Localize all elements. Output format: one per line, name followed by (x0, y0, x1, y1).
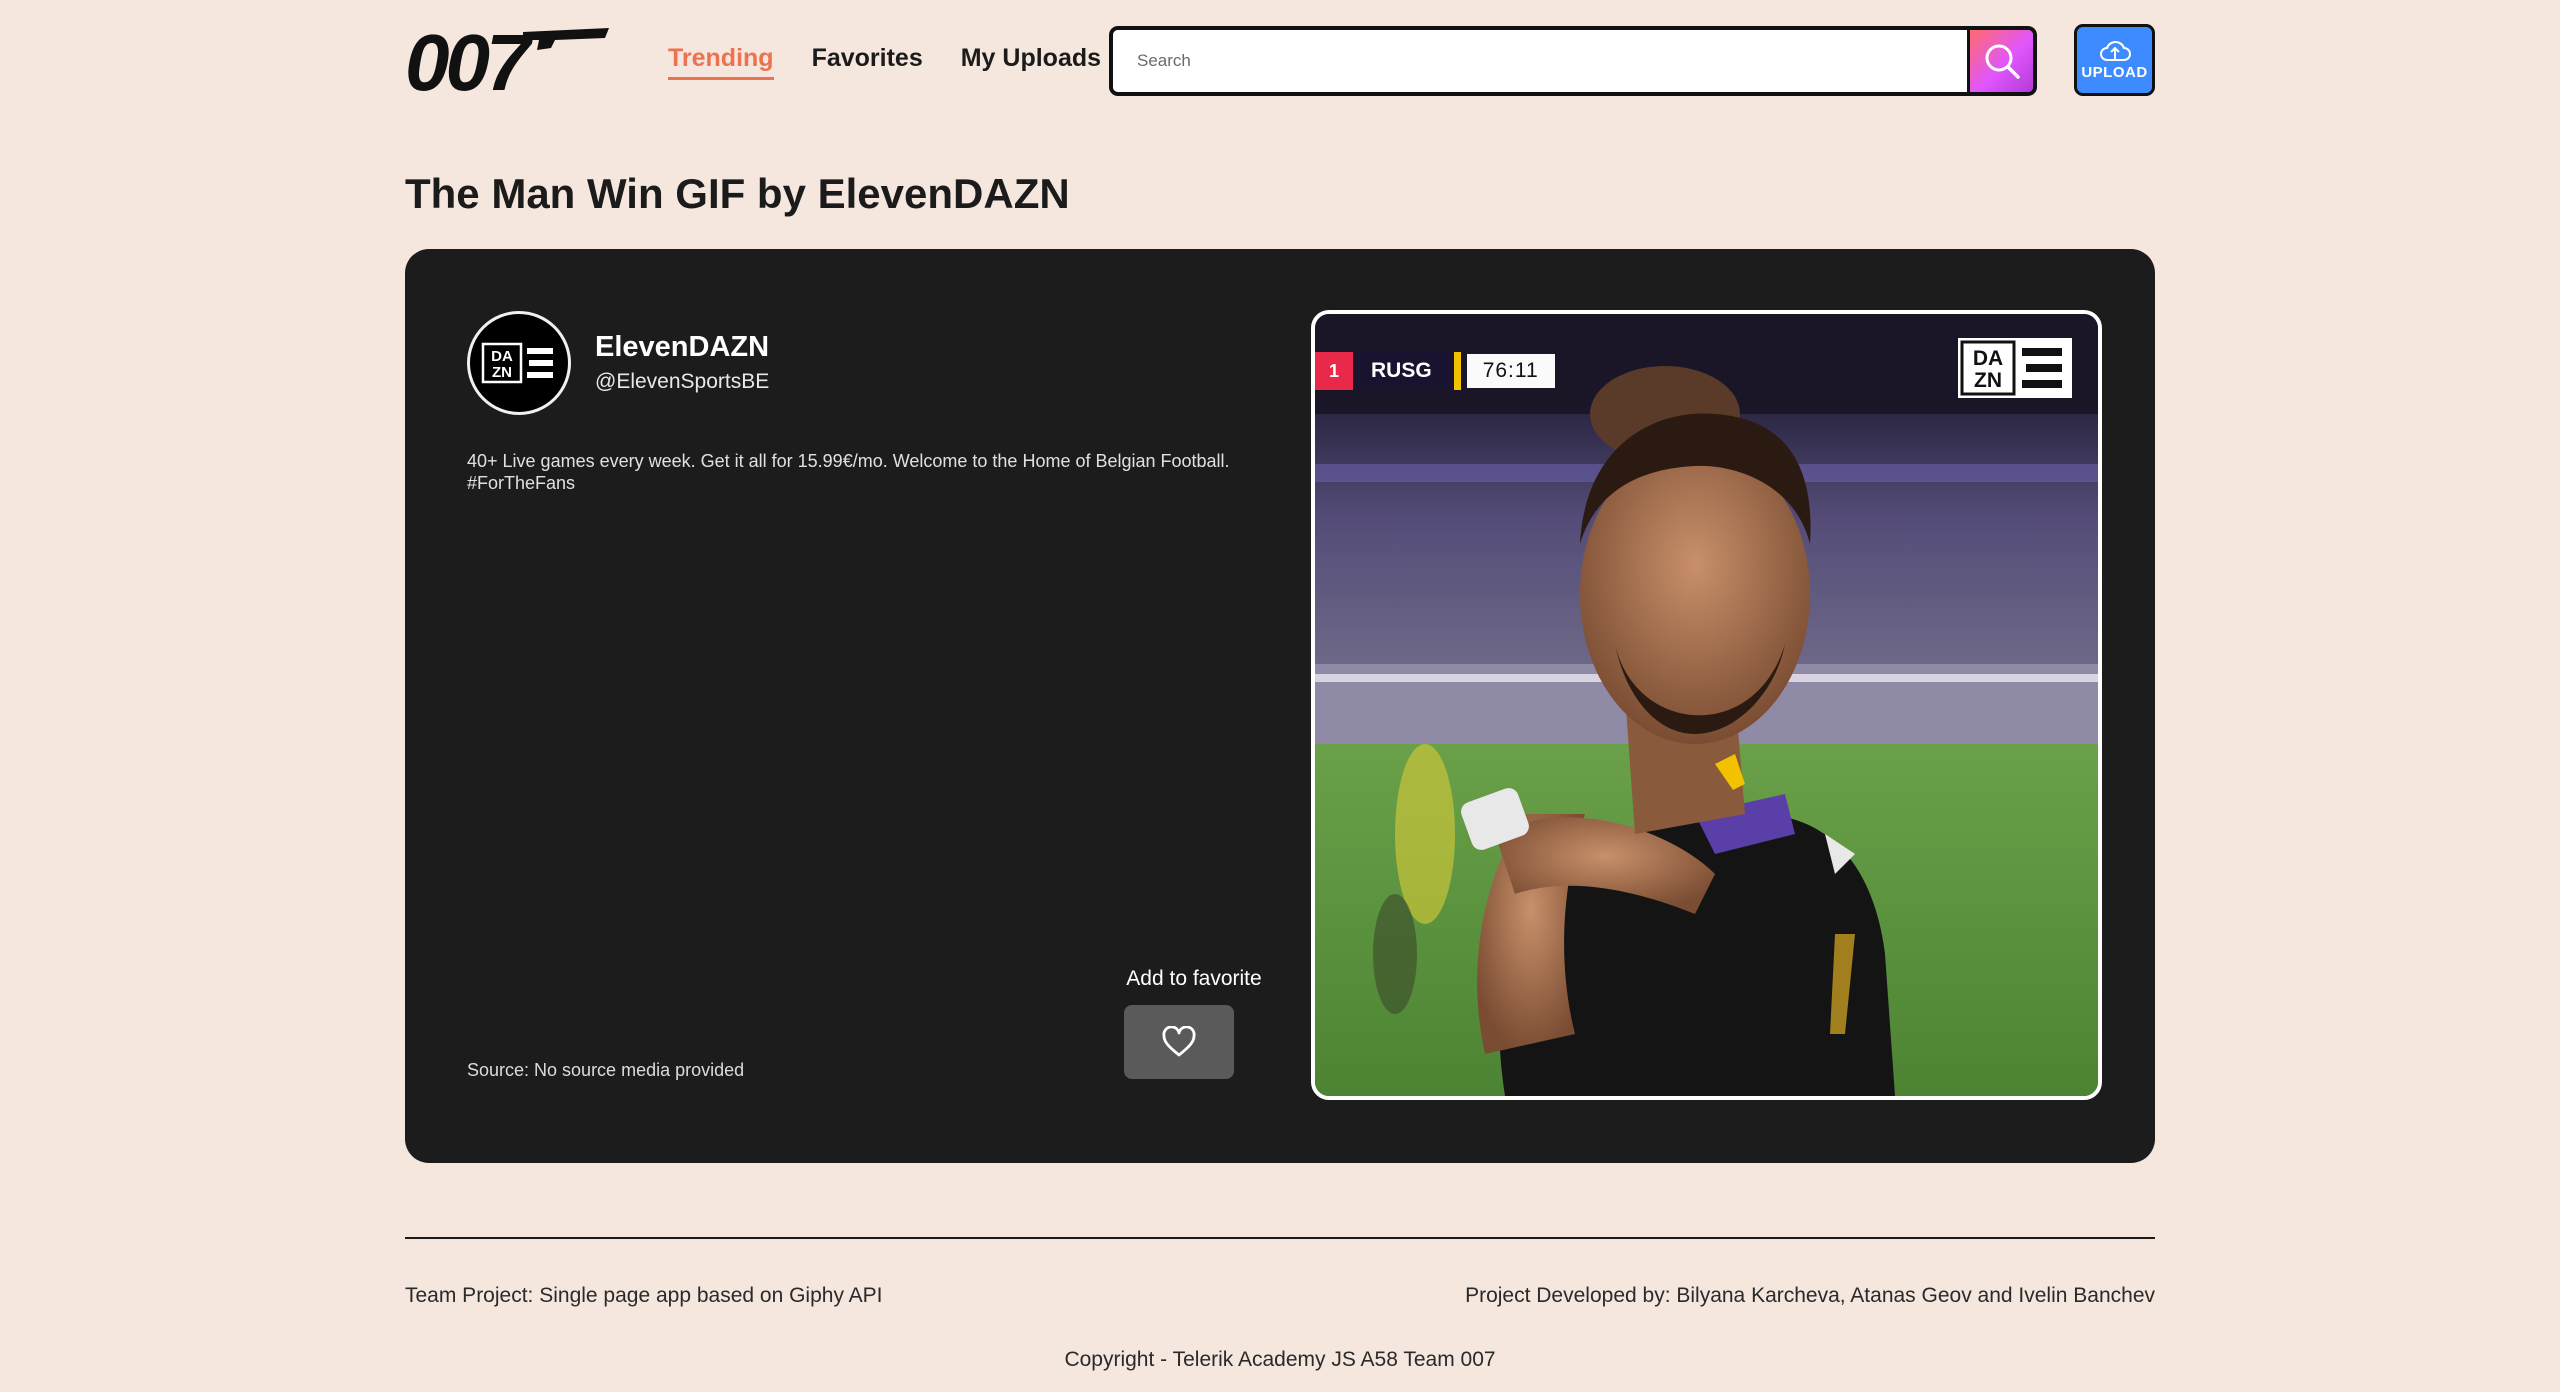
gif-detail-card: DA ZN ElevenDAZN @ElevenSportsBE 40+ Liv… (405, 249, 2155, 1163)
nav-trending[interactable]: Trending (668, 44, 774, 80)
scorebug-time: 76:11 (1466, 354, 1555, 388)
page-title: The Man Win GIF by ElevenDAZN (405, 170, 1070, 217)
dazn-broadcast-logo: DA ZN (1958, 338, 2072, 398)
nav-my-uploads[interactable]: My Uploads (961, 44, 1101, 80)
scorebug-number: 1 (1315, 352, 1353, 390)
search-icon (1985, 44, 2020, 79)
add-favorite-button[interactable] (1124, 1005, 1234, 1079)
gif-scene (1315, 314, 2098, 1096)
scorebug: 1 RUSG 76:11 (1315, 352, 1555, 390)
footer-divider (405, 1237, 2155, 1239)
svg-text:DA: DA (491, 348, 513, 365)
cloud-upload-icon (2099, 41, 2131, 61)
logo-007[interactable]: 007 (405, 24, 610, 96)
main-nav: Trending Favorites My Uploads (668, 44, 1101, 80)
logo-gun-shape (523, 28, 609, 50)
user-handle: @ElevenSportsBE (595, 370, 770, 393)
user-description: 40+ Live games every week. Get it all fo… (467, 451, 1230, 493)
svg-text:DA: DA (1973, 347, 2003, 370)
gif-image[interactable]: 1 RUSG 76:11 DA ZN (1311, 310, 2102, 1100)
user-display-name[interactable]: ElevenDAZN (595, 331, 769, 364)
upload-label: UPLOAD (2081, 64, 2148, 81)
footer-developers: Project Developed by: Bilyana Karcheva, … (1465, 1284, 2155, 1307)
search-bar (1109, 26, 2037, 96)
header: 007 Trending Favorites My Uploads Search… (405, 24, 2155, 96)
scorebug-team: RUSG (1353, 352, 1461, 390)
footer-copyright: Copyright - Telerik Academy JS A58 Team … (1064, 1348, 1496, 1371)
svg-text:ZN: ZN (1974, 369, 2002, 392)
search-input[interactable] (1113, 30, 1967, 92)
footer-project-info: Team Project: Single page app based on G… (405, 1284, 883, 1307)
dazn-avatar-logo: DA ZN (481, 342, 553, 384)
nav-favorites[interactable]: Favorites (812, 44, 923, 80)
avatar[interactable]: DA ZN (467, 311, 571, 415)
heart-icon (1162, 1026, 1196, 1057)
upload-button[interactable]: UPLOAD (2074, 24, 2155, 96)
logo-text: 007 (405, 24, 534, 96)
favorite-label: Add to favorite (1126, 967, 1262, 990)
source-text: Source: No source media provided (467, 1060, 745, 1080)
page: 007 Trending Favorites My Uploads Search… (0, 0, 2560, 1392)
svg-text:ZN: ZN (492, 364, 512, 381)
search-button[interactable] (1967, 30, 2033, 92)
